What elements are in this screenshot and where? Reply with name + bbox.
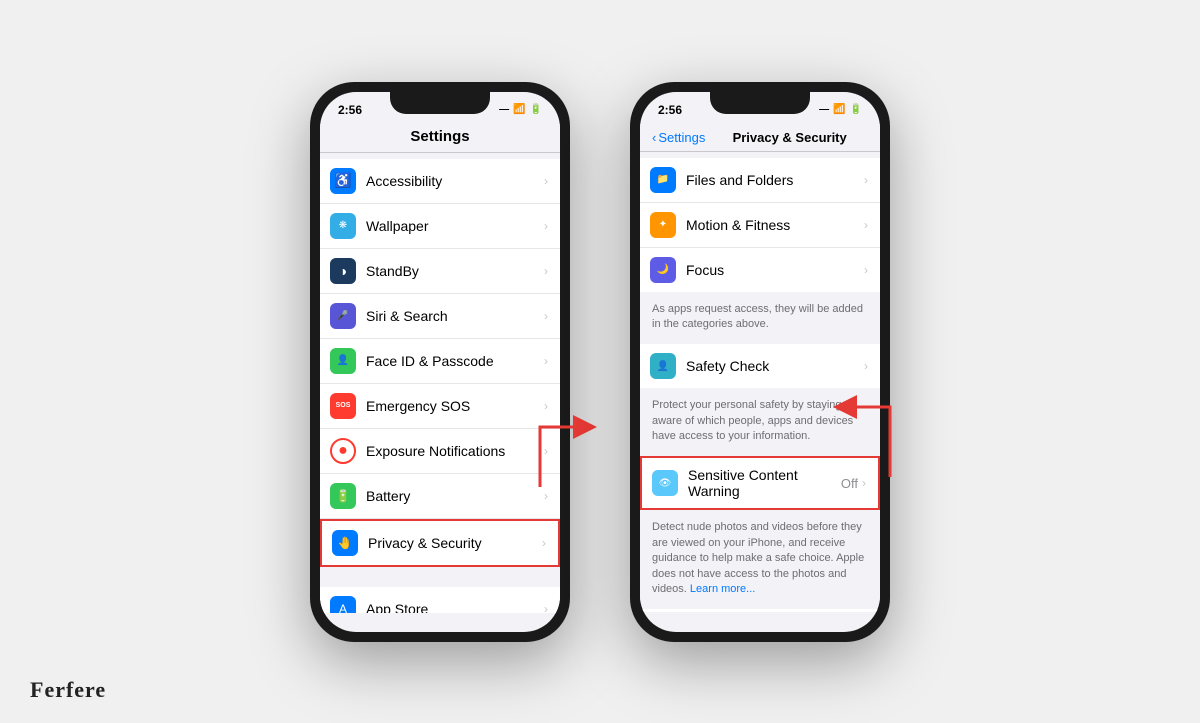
safety-group: 👤 Safety Check › (640, 344, 880, 388)
settings-item-sos[interactable]: SOS Emergency SOS › (320, 384, 560, 429)
wallpaper-label: Wallpaper (366, 218, 544, 234)
back-chevron: ‹ (652, 130, 656, 145)
settings-item-battery[interactable]: 🔋 Battery › (320, 474, 560, 519)
settings-item-wallpaper[interactable]: ❋ Wallpaper › (320, 204, 560, 249)
settings-item-analytics[interactable]: Analytics & Improvements › (640, 609, 880, 611)
faceid-label: Face ID & Passcode (366, 353, 544, 369)
notch-right (710, 92, 810, 114)
back-button[interactable]: ‹ Settings (652, 130, 705, 145)
learn-more-link[interactable]: Learn more... (690, 583, 755, 595)
standby-icon: ◑ (330, 258, 356, 284)
motion-icon: ✦ (650, 212, 676, 238)
privacy-settings-list: 📁 Files and Folders › ✦ Motion & Fitness… (640, 152, 880, 612)
sos-icon: SOS (330, 393, 356, 419)
siri-icon: 🎤 (330, 303, 356, 329)
privacy-title: Privacy & Security (711, 130, 868, 145)
wallpaper-icon: ❋ (330, 213, 356, 239)
chevron-icon: › (544, 174, 548, 188)
appstore-label: App Store (366, 601, 544, 613)
chevron-icon: › (544, 602, 548, 613)
chevron-icon: › (862, 476, 866, 490)
left-phone: 2:56 — 📶 🔋 Settings ♿ (310, 82, 570, 642)
settings-item-privacy[interactable]: 🤚 Privacy & Security › (320, 519, 560, 567)
files-icon: 📁 (650, 167, 676, 193)
right-phone: 2:56 — 📶 🔋 ‹ Settings Privacy & Security (630, 82, 890, 642)
brand-logo: Ferfere (30, 677, 106, 703)
sensitive-value: Off (841, 476, 858, 491)
accessibility-icon: ♿ (330, 168, 356, 194)
privacy-icon: 🤚 (332, 530, 358, 556)
wifi-icon: 📶 (513, 104, 525, 115)
settings-item-exposure[interactable]: ● Exposure Notifications › (320, 429, 560, 474)
settings-item-appstore[interactable]: A App Store › (320, 587, 560, 613)
status-icons-right: — 📶 🔋 (819, 104, 862, 115)
siri-label: Siri & Search (366, 308, 544, 324)
battery-icon-r: 🔋 (850, 104, 862, 115)
chevron-icon: › (544, 399, 548, 413)
sensitive-label: Sensitive Content Warning (688, 467, 841, 499)
chevron-icon: › (544, 264, 548, 278)
sos-label: Emergency SOS (366, 398, 544, 414)
files-label: Files and Folders (686, 172, 864, 188)
settings-item-motion[interactable]: ✦ Motion & Fitness › (640, 203, 880, 248)
settings-item-sensitive[interactable]: 👁 Sensitive Content Warning Off › (640, 456, 880, 510)
chevron-icon: › (864, 359, 868, 373)
exposure-icon: ● (330, 438, 356, 464)
chevron-icon: › (864, 263, 868, 277)
time-right: 2:56 (658, 103, 682, 117)
settings-item-standby[interactable]: ◑ StandBy › (320, 249, 560, 294)
settings-item-files[interactable]: 📁 Files and Folders › (640, 158, 880, 203)
settings-item-focus[interactable]: 🌙 Focus › (640, 248, 880, 292)
settings-group-1: ♿ Accessibility › ❋ Wallpaper › ◑ StandB… (320, 159, 560, 567)
signal-icon-r: — (819, 104, 829, 115)
analytics-group: Analytics & Improvements › Apple Adverti… (640, 609, 880, 611)
standby-label: StandBy (366, 263, 544, 279)
focus-label: Focus (686, 262, 864, 278)
chevron-icon: › (544, 309, 548, 323)
settings-item-accessibility[interactable]: ♿ Accessibility › (320, 159, 560, 204)
back-label: Settings (658, 130, 705, 145)
description-1: As apps request access, they will be add… (640, 298, 880, 339)
settings-item-faceid[interactable]: 👤 Face ID & Passcode › (320, 339, 560, 384)
settings-list-left: ♿ Accessibility › ❋ Wallpaper › ◑ StandB… (320, 153, 560, 613)
sensitive-group: 👁 Sensitive Content Warning Off › (640, 456, 880, 510)
motion-label: Motion & Fitness (686, 217, 864, 233)
settings-item-safety[interactable]: 👤 Safety Check › (640, 344, 880, 388)
chevron-icon: › (864, 218, 868, 232)
faceid-icon: 👤 (330, 348, 356, 374)
chevron-icon: › (544, 444, 548, 458)
status-icons-left: — 📶 🔋 (499, 104, 542, 115)
description-2: Protect your personal safety by staying … (640, 394, 880, 450)
battery-label: Battery (366, 488, 544, 504)
notch (390, 92, 490, 114)
chevron-icon: › (544, 489, 548, 503)
chevron-icon: › (864, 173, 868, 187)
sensitive-icon: 👁 (652, 470, 678, 496)
safety-label: Safety Check (686, 358, 864, 374)
chevron-icon: › (544, 219, 548, 233)
appstore-icon: A (330, 596, 356, 613)
safety-icon: 👤 (650, 353, 676, 379)
settings-title: Settings (410, 128, 469, 145)
description-3: Detect nude photos and videos before the… (640, 516, 880, 603)
chevron-icon: › (542, 536, 546, 550)
settings-item-siri[interactable]: 🎤 Siri & Search › (320, 294, 560, 339)
focus-icon: 🌙 (650, 257, 676, 283)
exposure-label: Exposure Notifications (366, 443, 544, 459)
top-group: 📁 Files and Folders › ✦ Motion & Fitness… (640, 158, 880, 292)
privacy-nav: ‹ Settings Privacy & Security (640, 124, 880, 152)
privacy-label: Privacy & Security (368, 535, 542, 551)
wifi-icon-r: 📶 (833, 104, 845, 115)
signal-icon: — (499, 104, 509, 115)
time-left: 2:56 (338, 103, 362, 117)
settings-group-2: A App Store › 👛 Wallet › (320, 587, 560, 613)
battery-icon: 🔋 (530, 104, 542, 115)
chevron-icon: › (544, 354, 548, 368)
settings-nav: Settings (320, 124, 560, 153)
accessibility-label: Accessibility (366, 173, 544, 189)
battery-icon: 🔋 (330, 483, 356, 509)
separator-1 (320, 573, 560, 581)
